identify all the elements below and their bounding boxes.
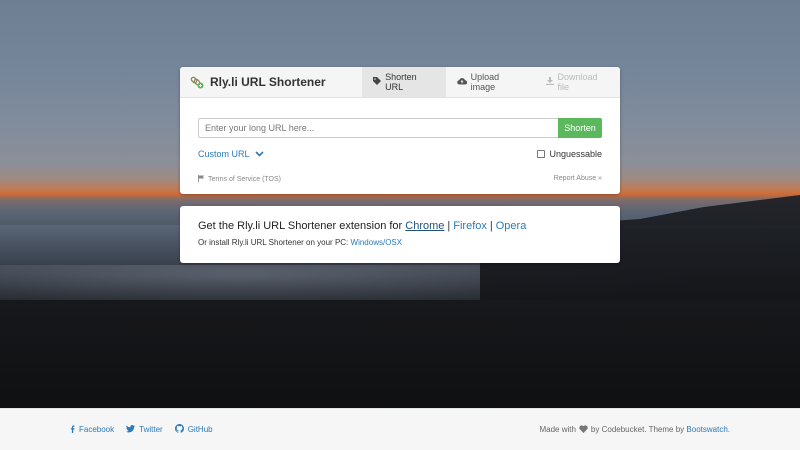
custom-url-label: Custom URL — [198, 149, 250, 159]
panel-body: Shorten Custom URL Unguessable Terms of … — [180, 98, 620, 184]
twitter-label: Twitter — [139, 425, 163, 434]
flag-icon — [198, 175, 205, 184]
shorten-button[interactable]: Shorten — [558, 118, 602, 138]
chrome-link[interactable]: Chrome — [405, 220, 444, 232]
chevron-down-icon — [254, 149, 264, 160]
download-icon — [545, 77, 554, 87]
link-logo-icon — [190, 75, 204, 89]
unguessable-option[interactable]: Unguessable — [537, 149, 602, 159]
install-text: Or install Rly.li URL Shortener on your … — [198, 238, 349, 247]
footer: Facebook Twitter GitHub Made with by Cod… — [0, 408, 800, 450]
period: . — [727, 425, 730, 434]
unguessable-checkbox[interactable] — [537, 150, 546, 158]
brand[interactable]: Rly.li URL Shortener — [180, 67, 362, 97]
twitter-link[interactable]: Twitter — [126, 424, 163, 435]
tab-label: Download file — [557, 72, 598, 92]
install-line: Or install Rly.li URL Shortener on your … — [198, 238, 602, 247]
panel-header: Rly.li URL Shortener Shorten URL Upload … — [180, 67, 620, 98]
separator: | — [489, 220, 493, 232]
separator: | — [447, 220, 451, 232]
github-label: GitHub — [187, 425, 213, 434]
extension-line: Get the Rly.li URL Shortener extension f… — [198, 220, 602, 232]
facebook-label: Facebook — [79, 425, 115, 434]
extension-text: Get the Rly.li URL Shortener extension f… — [198, 220, 403, 232]
github-icon — [174, 424, 184, 435]
background-photo — [0, 0, 800, 408]
made-with-text: Made with — [539, 425, 576, 434]
extension-panel: Get the Rly.li URL Shortener extension f… — [180, 206, 620, 263]
background-beach — [0, 300, 800, 408]
heart-icon — [579, 424, 588, 435]
tab-label: Shorten URL — [385, 72, 417, 92]
tab-shorten-url[interactable]: Shorten URL — [362, 67, 446, 97]
url-row: Shorten — [198, 118, 602, 138]
shortener-panel: Rly.li URL Shortener Shorten URL Upload … — [180, 67, 620, 194]
tab-download-file[interactable]: Download file — [535, 67, 620, 97]
opera-link[interactable]: Opera — [496, 220, 527, 232]
tos-label: Terms of Service (TOS) — [208, 176, 281, 183]
unguessable-label: Unguessable — [549, 149, 602, 159]
credit-text: Made with by Codebucket. Theme by Bootsw… — [539, 424, 730, 435]
brand-title: Rly.li URL Shortener — [210, 75, 326, 89]
social-links: Facebook Twitter GitHub — [70, 424, 225, 435]
cloud-upload-icon — [456, 77, 467, 87]
github-link[interactable]: GitHub — [174, 424, 213, 435]
tag-icon — [373, 77, 382, 87]
facebook-icon — [70, 425, 75, 435]
bootswatch-link[interactable]: Bootswatch — [686, 425, 727, 434]
firefox-link[interactable]: Firefox — [453, 220, 487, 232]
long-url-input[interactable] — [198, 118, 558, 138]
twitter-icon — [126, 424, 136, 435]
by-text: by Codebucket. Theme by — [590, 425, 685, 434]
facebook-link[interactable]: Facebook — [70, 425, 114, 435]
tos-link[interactable]: Terms of Service (TOS) — [198, 175, 281, 184]
custom-url-toggle[interactable]: Custom URL — [198, 149, 264, 160]
windows-osx-link[interactable]: Windows/OSX — [351, 238, 403, 247]
meta-row: Terms of Service (TOS) Report Abuse » — [198, 175, 602, 184]
tab-upload-image[interactable]: Upload image — [446, 67, 535, 97]
report-abuse-link[interactable]: Report Abuse » — [554, 175, 602, 184]
options-row: Custom URL Unguessable — [198, 148, 602, 160]
tab-label: Upload image — [470, 72, 500, 92]
